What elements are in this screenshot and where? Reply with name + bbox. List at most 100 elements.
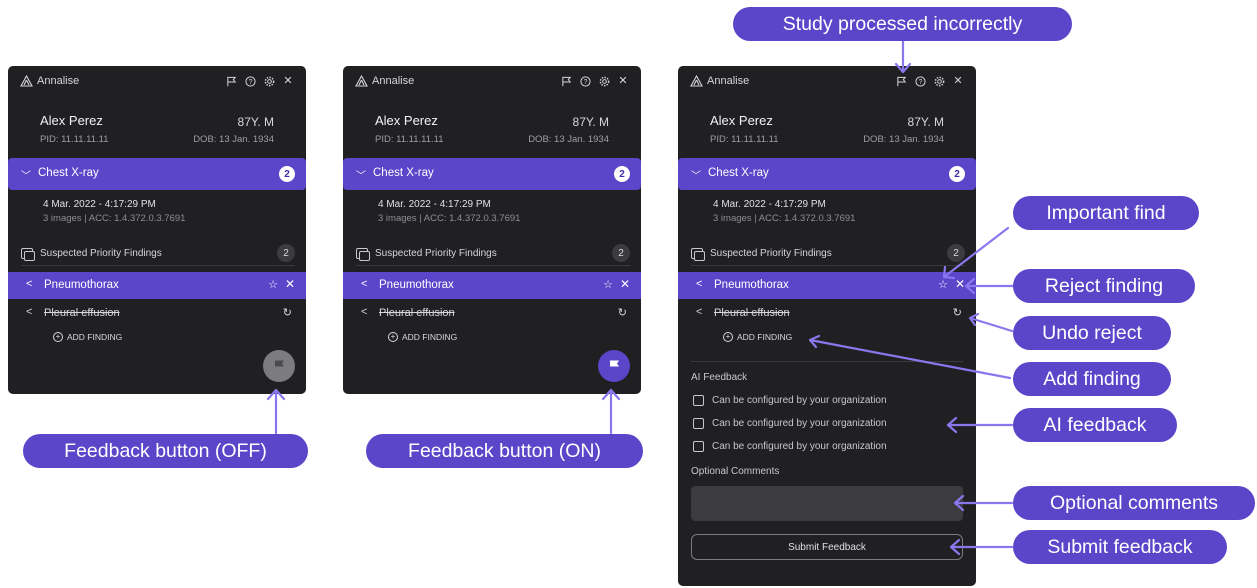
chevron-left-icon[interactable]: <: [361, 278, 367, 290]
flag-icon: [610, 360, 619, 372]
option-label: Can be configured by your organization: [712, 418, 887, 429]
patient-id: PID: 11.11.11.11: [375, 134, 444, 145]
priority-label: Suspected Priority Findings: [375, 248, 497, 259]
app-logo: Annalise: [355, 75, 414, 87]
finding-rejected: < Pleural effusion ↻: [8, 304, 306, 324]
flag-icon: [275, 360, 284, 372]
study-header[interactable]: ﹀ Chest X-ray 2: [678, 158, 976, 190]
patient-id: PID: 11.11.11.11: [710, 134, 779, 145]
checkbox[interactable]: [693, 395, 704, 406]
checkbox[interactable]: [693, 441, 704, 452]
callout-study-incorrect: Study processed incorrectly: [733, 7, 1072, 41]
header-icons: ? ✕: [895, 75, 964, 87]
star-icon[interactable]: ☆: [603, 278, 613, 291]
app-name: Annalise: [707, 75, 750, 87]
stack-icon: [356, 248, 370, 261]
finding-rejected: < Pleural effusion ↻: [343, 304, 641, 324]
add-finding-button[interactable]: + ADD FINDING: [723, 332, 792, 342]
ai-feedback-title: AI Feedback: [691, 372, 748, 383]
study-count-badge: 2: [614, 166, 630, 182]
panel-header: Annalise ? ✕: [343, 66, 641, 98]
ai-feedback-option-1[interactable]: Can be configured by your organization: [693, 395, 887, 406]
callout-add-finding: Add finding: [1013, 362, 1171, 396]
app-logo: Annalise: [690, 75, 749, 87]
annalise-panel-feedback-form: Annalise ? ✕ Alex Perez 87Y. M PID: 11.1…: [678, 66, 976, 586]
patient-name: Alex Perez: [710, 113, 773, 128]
app-name: Annalise: [372, 75, 415, 87]
callout-submit-feedback: Submit feedback: [1013, 530, 1227, 564]
undo-icon[interactable]: ↻: [283, 306, 292, 319]
callout-reject-finding: Reject finding: [1013, 269, 1195, 303]
chevron-left-icon[interactable]: <: [361, 306, 367, 318]
plus-circle-icon: +: [388, 332, 398, 342]
priority-count-badge: 2: [947, 244, 965, 262]
flag-icon[interactable]: [560, 75, 572, 87]
study-header[interactable]: ﹀ Chest X-ray 2: [8, 158, 306, 190]
callout-important-find: Important find: [1013, 196, 1199, 230]
feedback-button-off[interactable]: [263, 350, 295, 382]
finding-pneumothorax[interactable]: < Pneumothorax ☆ ✕: [343, 272, 641, 299]
callout-undo-reject: Undo reject: [1013, 316, 1171, 350]
patient-dob: DOB: 13 Jan. 1934: [193, 134, 274, 145]
star-icon[interactable]: ☆: [268, 278, 278, 291]
plus-circle-icon: +: [723, 332, 733, 342]
add-finding-button[interactable]: + ADD FINDING: [388, 332, 457, 342]
study-header[interactable]: ﹀ Chest X-ray 2: [343, 158, 641, 190]
close-icon[interactable]: ✕: [617, 75, 629, 87]
flag-icon[interactable]: [895, 75, 907, 87]
rejected-finding-label: Pleural effusion: [379, 307, 455, 319]
close-icon[interactable]: ✕: [285, 277, 295, 291]
submit-feedback-button[interactable]: Submit Feedback: [691, 534, 963, 560]
patient-dob: DOB: 13 Jan. 1934: [528, 134, 609, 145]
flag-icon[interactable]: [225, 75, 237, 87]
option-label: Can be configured by your organization: [712, 395, 887, 406]
close-icon[interactable]: ✕: [955, 277, 965, 291]
gear-icon[interactable]: [933, 75, 945, 87]
chevron-down-icon: ﹀: [691, 171, 701, 182]
ai-feedback-option-3[interactable]: Can be configured by your organization: [693, 441, 887, 452]
star-icon[interactable]: ☆: [938, 278, 948, 291]
close-icon[interactable]: ✕: [952, 75, 964, 87]
app-name: Annalise: [37, 75, 80, 87]
study-details: 3 images | ACC: 1.4.372.0.3.7691: [43, 213, 186, 224]
finding-label: Pneumothorax: [44, 279, 119, 291]
help-icon[interactable]: ?: [579, 75, 591, 87]
priority-count-badge: 2: [277, 244, 295, 262]
panel-header: Annalise ? ✕: [8, 66, 306, 98]
gear-icon[interactable]: [598, 75, 610, 87]
priority-label: Suspected Priority Findings: [710, 248, 832, 259]
add-finding-button[interactable]: + ADD FINDING: [53, 332, 122, 342]
header-icons: ? ✕: [560, 75, 629, 87]
callout-optional-comments: Optional comments: [1013, 486, 1255, 520]
comments-textarea[interactable]: [691, 486, 963, 521]
close-icon[interactable]: ✕: [282, 75, 294, 87]
svg-text:?: ?: [583, 78, 587, 85]
undo-icon[interactable]: ↻: [618, 306, 627, 319]
study-date: 4 Mar. 2022 - 4:17:29 PM: [713, 199, 826, 210]
checkbox[interactable]: [693, 418, 704, 429]
study-details: 3 images | ACC: 1.4.372.0.3.7691: [713, 213, 856, 224]
chevron-left-icon[interactable]: <: [26, 306, 32, 318]
patient-name: Alex Perez: [375, 113, 438, 128]
undo-icon[interactable]: ↻: [953, 306, 962, 319]
annalise-logo-icon: [355, 75, 368, 87]
help-icon[interactable]: ?: [244, 75, 256, 87]
finding-pneumothorax[interactable]: < Pneumothorax ☆ ✕: [8, 272, 306, 299]
finding-pneumothorax[interactable]: < Pneumothorax ☆ ✕: [678, 272, 976, 299]
svg-text:?: ?: [918, 78, 922, 85]
priority-findings-header: Suspected Priority Findings 2: [21, 244, 295, 266]
chevron-left-icon[interactable]: <: [696, 278, 702, 290]
help-icon[interactable]: ?: [914, 75, 926, 87]
panel-header: Annalise ? ✕: [678, 66, 976, 98]
finding-label: Pneumothorax: [714, 279, 789, 291]
feedback-button-on[interactable]: [598, 350, 630, 382]
add-finding-label: ADD FINDING: [737, 332, 793, 342]
divider: [691, 361, 963, 362]
callout-feedback-on: Feedback button (ON): [366, 434, 643, 468]
annalise-logo-icon: [20, 75, 33, 87]
close-icon[interactable]: ✕: [620, 277, 630, 291]
gear-icon[interactable]: [263, 75, 275, 87]
ai-feedback-option-2[interactable]: Can be configured by your organization: [693, 418, 887, 429]
chevron-left-icon[interactable]: <: [26, 278, 32, 290]
chevron-left-icon[interactable]: <: [696, 306, 702, 318]
